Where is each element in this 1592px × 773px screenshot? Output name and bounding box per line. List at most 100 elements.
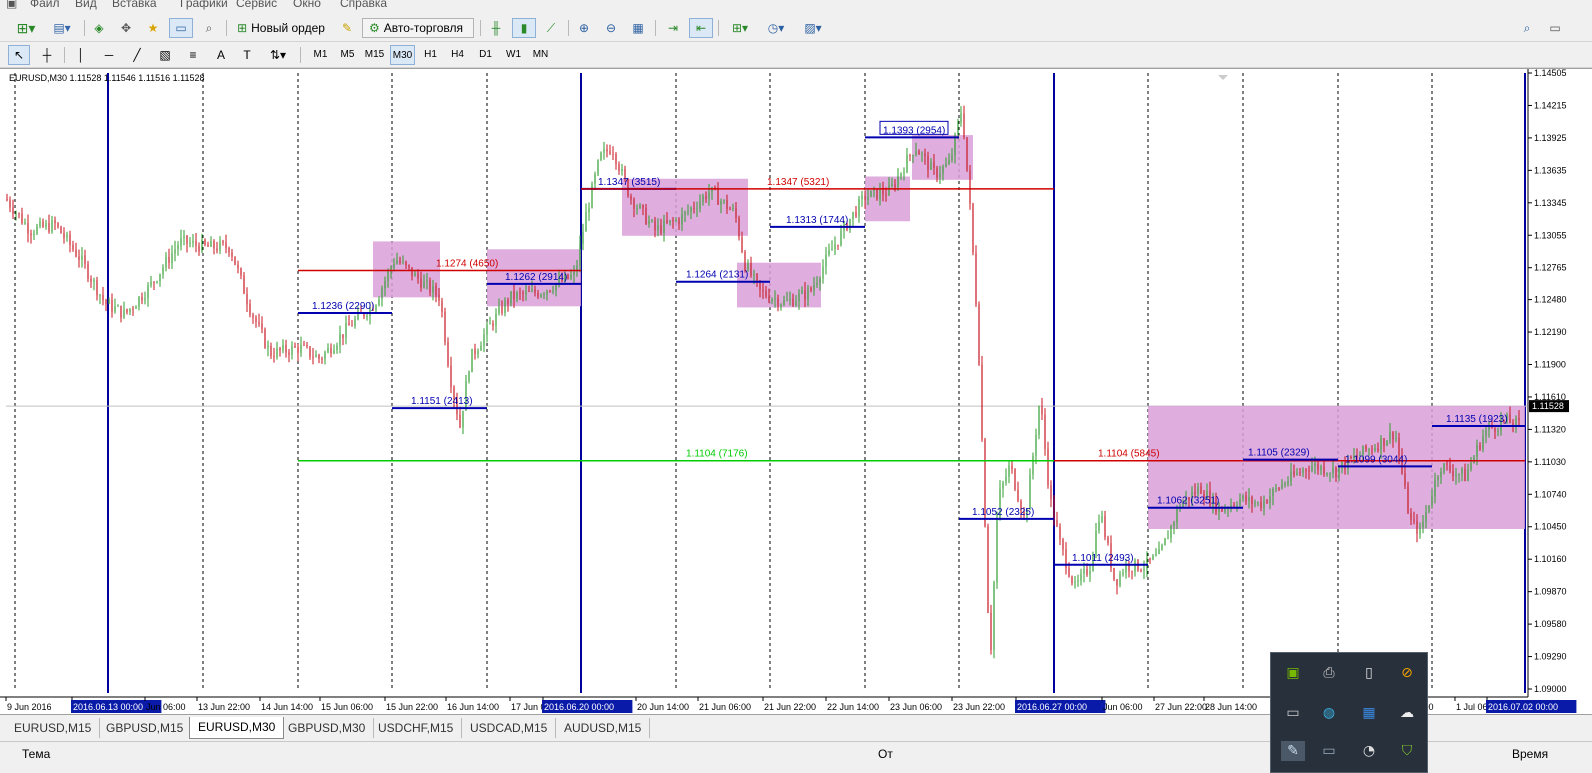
candle-body (795, 301, 797, 306)
candle-body (237, 264, 239, 269)
candle-body (633, 199, 635, 209)
tester-icon[interactable]: ⌕ (198, 18, 220, 38)
candle-body (129, 308, 131, 312)
autotrading-button[interactable]: ⚙ Авто-торговля (362, 18, 474, 38)
metaeditor-icon[interactable]: ✎ (336, 18, 358, 38)
autotrading-label: Авто-торговля (383, 21, 463, 35)
cloud-icon[interactable]: ☁ (1395, 703, 1419, 723)
candle-body (405, 261, 407, 265)
menu-window[interactable]: Окно (293, 0, 321, 10)
indicators-icon[interactable]: ⊞▾ (724, 18, 756, 38)
tf-d1[interactable]: D1 (473, 45, 498, 65)
tf-w1[interactable]: W1 (501, 45, 526, 65)
app-icon[interactable]: ▣ (6, 0, 17, 10)
chart-shift-marker (1218, 75, 1228, 80)
menu-charts[interactable]: Графики (180, 0, 228, 10)
menu-help[interactable]: Справка (340, 0, 387, 10)
candle-body (1311, 466, 1313, 472)
app-blue-icon[interactable]: ▦ (1357, 703, 1381, 723)
search-icon[interactable]: ⌕ (1516, 18, 1538, 38)
horizontal-line-icon[interactable]: ─ (98, 45, 120, 65)
zoom-out-icon[interactable]: ⊖ (600, 18, 622, 38)
favorites-icon[interactable]: ★ (142, 18, 164, 38)
candle-body (180, 237, 182, 246)
candle-body (1443, 463, 1445, 472)
cursor-icon[interactable]: ↖ (8, 45, 30, 65)
candle-body (66, 234, 68, 238)
navigator-icon[interactable]: ✥ (115, 18, 137, 38)
pen-icon[interactable]: ✎ (1281, 741, 1305, 761)
tf-h4[interactable]: H4 (445, 45, 470, 65)
candle-body (651, 220, 653, 222)
candle-body (1236, 505, 1238, 507)
tab-eurusd-m30[interactable]: EURUSD,M30 (189, 717, 285, 739)
new-chart-icon[interactable]: ⊞▾ (8, 18, 44, 38)
vertical-line-icon[interactable]: │ (70, 45, 92, 65)
network-globe-icon[interactable]: ◍ (1317, 703, 1341, 723)
menu-view[interactable]: Вид (75, 0, 97, 10)
menu-insert[interactable]: Вставка (112, 0, 157, 10)
wifi-icon[interactable]: ◔ (1357, 741, 1381, 761)
candle-body (594, 174, 596, 184)
shield-green-icon[interactable]: ⛉ (1395, 741, 1419, 761)
trendline-icon[interactable]: ╱ (126, 45, 148, 65)
tab-usdchf-m15[interactable]: USDCHF,M15 (370, 718, 463, 738)
line-chart-icon[interactable]: ⟋ (540, 18, 562, 38)
tf-h1[interactable]: H1 (418, 45, 443, 65)
candle-body (882, 189, 884, 195)
column-subject[interactable]: Тема (22, 747, 50, 761)
display-icon[interactable]: ▭ (1281, 703, 1305, 723)
column-from[interactable]: От (878, 747, 893, 761)
candle-body (840, 230, 842, 245)
crosshair-icon[interactable]: ┼ (36, 45, 58, 65)
tf-m30[interactable]: M30 (390, 45, 415, 65)
templates-icon[interactable]: ▨▾ (797, 18, 829, 38)
candle-body (480, 345, 482, 351)
channel-icon[interactable]: ▧ (154, 45, 176, 65)
chart-window[interactable]: 1.1236 (2290) 1.1274 (4650) 1.1262 (2914) 1… (0, 68, 1592, 714)
market-watch-icon[interactable]: ◈ (88, 18, 110, 38)
candle-body (198, 245, 200, 252)
chart-shift-icon[interactable]: ⇤ (689, 18, 713, 38)
tab-gbpusd-m30[interactable]: GBPUSD,M30 (280, 718, 375, 738)
terminal-icon[interactable]: ▭ (169, 18, 193, 38)
tf-m15[interactable]: M15 (362, 45, 387, 65)
arrows-icon[interactable]: ⇅▾ (262, 45, 294, 65)
tab-gbpusd-m15[interactable]: GBPUSD,M15 (98, 718, 193, 738)
candlestick-icon[interactable]: ▮ (512, 18, 536, 38)
usb-icon[interactable]: ▯ (1357, 663, 1381, 683)
text-label-icon[interactable]: T (236, 45, 258, 65)
new-order-button[interactable]: ⊞ Новый ордер (232, 18, 330, 38)
tf-m5[interactable]: M5 (335, 45, 360, 65)
tab-audusd-m15[interactable]: AUDUSD,M15 (556, 718, 651, 738)
tf-mn[interactable]: MN (528, 45, 553, 65)
nvidia-icon[interactable]: ▣ (1281, 663, 1305, 683)
candle-body (807, 288, 809, 300)
profiles-icon[interactable]: ▤▾ (46, 18, 78, 38)
menu-tools[interactable]: Сервис (236, 0, 277, 10)
tab-usdcad-m15[interactable]: USDCAD,M15 (462, 718, 557, 738)
candle-body (1011, 465, 1013, 470)
bar-chart-icon[interactable]: ╫ (485, 18, 507, 38)
column-time[interactable]: Время (1512, 747, 1548, 761)
price-chart[interactable]: 1.1236 (2290) 1.1274 (4650) 1.1262 (2914) 1… (0, 69, 1592, 715)
candle-body (108, 299, 110, 304)
tab-eurusd-m15[interactable]: EURUSD,M15 (6, 718, 101, 738)
level-label: 1.1062 (3251) (1157, 496, 1219, 507)
tf-m1[interactable]: M1 (308, 45, 333, 65)
candle-body (165, 256, 167, 268)
zoom-in-icon[interactable]: ⊕ (573, 18, 595, 38)
candle-body (39, 221, 41, 227)
menu-file[interactable]: Файл (30, 0, 60, 10)
candle-body (915, 151, 917, 156)
periods-icon[interactable]: ◷▾ (760, 18, 792, 38)
security-alert-icon[interactable]: ⊘ (1395, 663, 1419, 683)
printer-icon[interactable]: ⎙ (1317, 663, 1341, 683)
auto-scroll-icon[interactable]: ⇥ (662, 18, 684, 38)
text-icon[interactable]: A (210, 45, 232, 65)
monitor-icon[interactable]: ▭ (1317, 741, 1341, 761)
tile-windows-icon[interactable]: ▦ (627, 18, 649, 38)
chat-icon[interactable]: ▭ (1544, 18, 1566, 38)
fibonacci-icon[interactable]: ≡ (182, 45, 204, 65)
candle-body (315, 355, 317, 358)
